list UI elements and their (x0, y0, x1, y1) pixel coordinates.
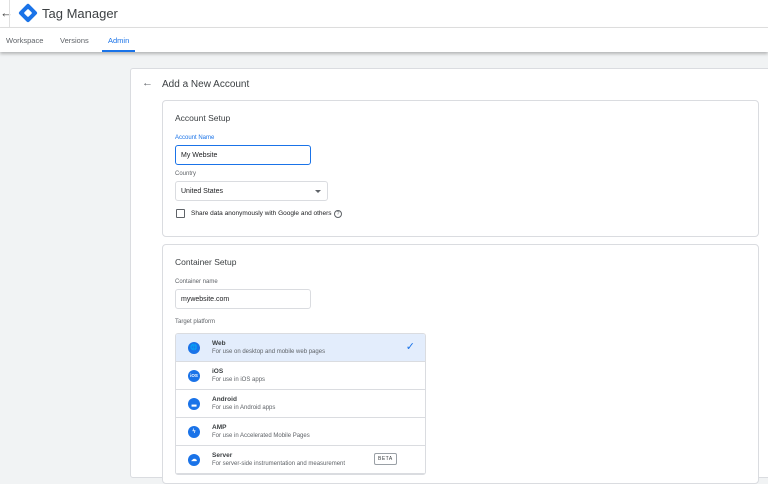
check-icon: ✓ (405, 341, 415, 353)
platform-web[interactable]: 🌐 Web For use on desktop and mobile web pa… (176, 334, 425, 362)
account-name-input[interactable]: My Website (175, 145, 311, 165)
globe-icon: 🌐 (188, 342, 200, 354)
app-title: Tag Manager (42, 6, 118, 21)
share-data-label: Share data anonymously with Google and o… (191, 210, 332, 217)
platform-name: Web (212, 340, 226, 347)
country-select[interactable]: United States (175, 181, 328, 201)
platform-name: Server (212, 452, 233, 459)
platform-amp[interactable]: ϟ AMP For use in Accelerated Mobile Pages (176, 418, 425, 446)
section-title: Account Setup (175, 113, 231, 123)
tab-admin[interactable]: Admin (101, 36, 136, 52)
target-platform-label: Target platform (175, 319, 216, 325)
platform-name: iOS (212, 368, 224, 375)
country-label: Country (175, 171, 197, 177)
back-arrow-icon[interactable]: ← (142, 77, 153, 89)
account-name-label: Account Name (175, 135, 215, 141)
divider (9, 0, 10, 27)
platform-name: AMP (212, 424, 227, 431)
platform-name: Android (212, 396, 237, 403)
section-title: Container Setup (175, 257, 237, 267)
platform-android[interactable]: ▂ Android For use in Android apps (176, 390, 425, 418)
dropdown-caret-icon (315, 190, 321, 193)
country-value: United States (181, 188, 224, 195)
container-name-label: Container name (175, 279, 218, 285)
help-icon[interactable]: ? (334, 210, 342, 218)
platform-desc: For use in Android apps (212, 405, 276, 411)
tag-manager-logo-icon (18, 3, 38, 23)
page-title: Add a New Account (162, 79, 250, 90)
platform-ios[interactable]: iOS iOS For use in iOS apps (176, 362, 425, 390)
ios-icon: iOS (188, 370, 200, 382)
platform-desc: For use on desktop and mobile web pages (212, 349, 326, 355)
nav-tabs: Workspace Versions Admin (0, 28, 768, 52)
tab-workspace[interactable]: Workspace (6, 36, 43, 45)
tab-versions[interactable]: Versions (60, 36, 89, 45)
container-setup-section: Container Setup Container name mywebsite… (162, 244, 759, 484)
platform-desc: For use in iOS apps (212, 377, 266, 383)
top-bar: ← Tag Manager (0, 0, 768, 28)
share-data-checkbox[interactable] (176, 209, 185, 218)
platform-server[interactable]: ☁ Server For server-side instrumentation a… (176, 446, 425, 474)
lightning-icon: ϟ (188, 426, 200, 438)
back-arrow-icon[interactable]: ← (0, 5, 13, 20)
account-setup-section: Account Setup Account Name My Website Co… (162, 100, 759, 237)
cloud-icon: ☁ (188, 454, 200, 466)
platform-desc: For server-side instrumentation and meas… (212, 461, 346, 467)
platform-desc: For use in Accelerated Mobile Pages (212, 433, 310, 439)
container-name-input[interactable]: mywebsite.com (175, 289, 311, 309)
android-icon: ▂ (188, 398, 200, 410)
beta-badge: BETA (374, 453, 397, 465)
platform-list: 🌐 Web For use on desktop and mobile web pa… (175, 333, 426, 475)
